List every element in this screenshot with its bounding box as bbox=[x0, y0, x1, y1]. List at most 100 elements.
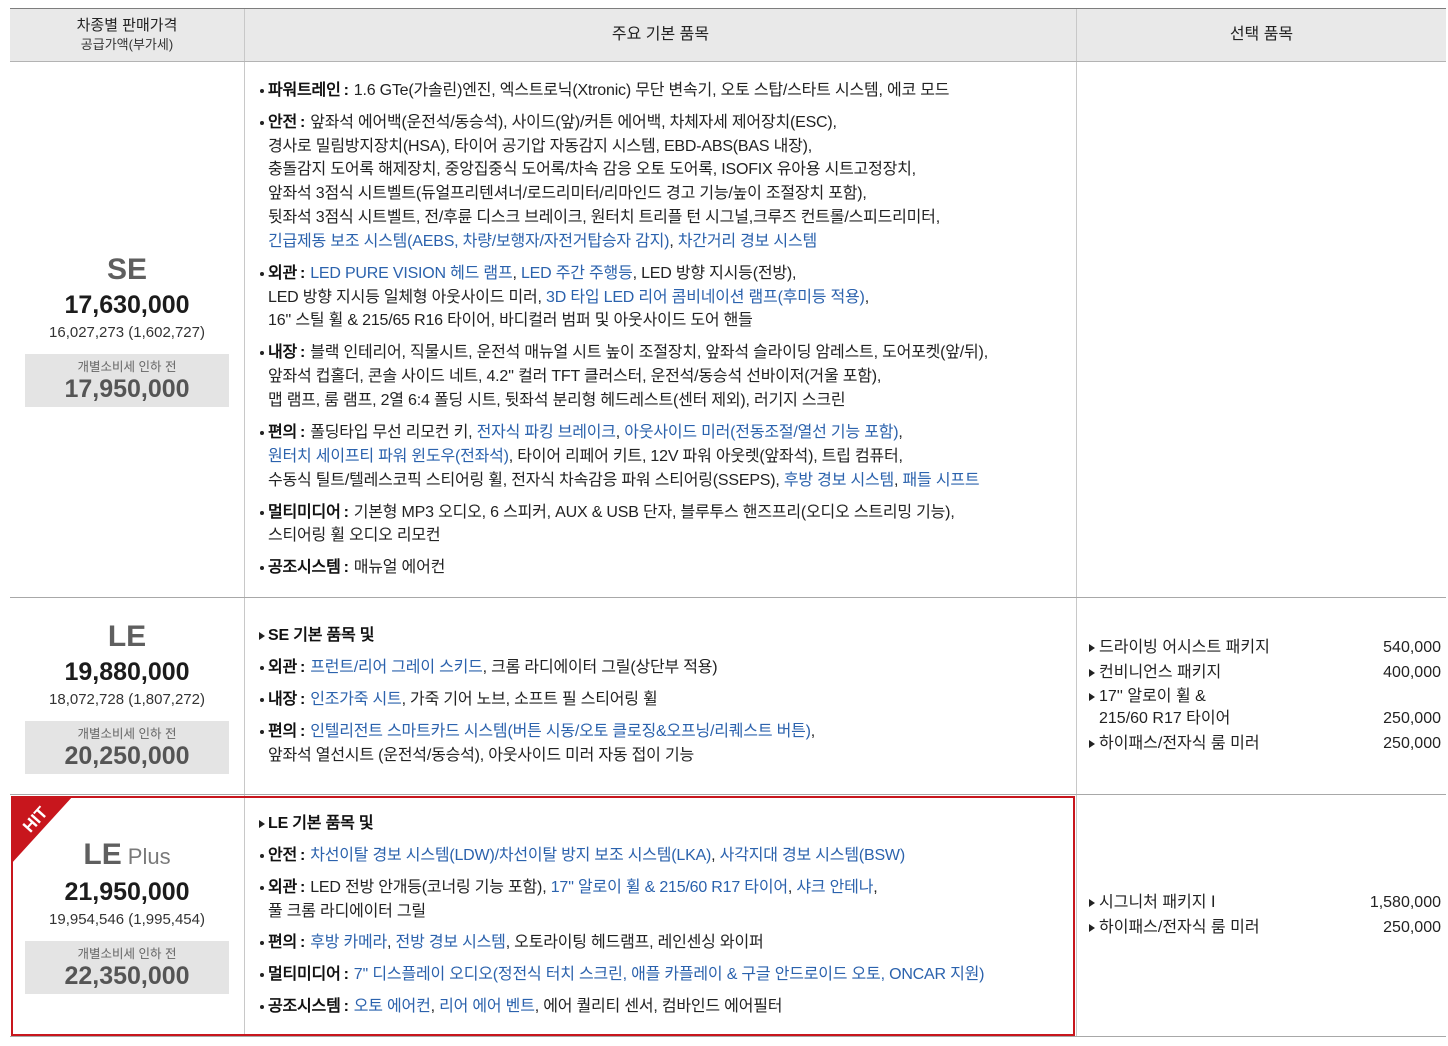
feature-label: 멀티미디어 bbox=[268, 503, 341, 521]
price-column-subtitle: 공급가액(부가세) bbox=[80, 37, 174, 52]
pre-tax-label: 개별소비세 인하 전 bbox=[77, 726, 177, 741]
triangle-right-icon bbox=[1089, 899, 1095, 908]
feature-line: 공조시스템: 오토 에어컨, 리어 에어 벤트, 에어 퀄리티 센서, 컴바인드 … bbox=[260, 995, 1072, 1019]
option-price: 250,000 bbox=[1383, 918, 1441, 936]
feature-item: 파워트레인:1.6 GTe(가솔린)엔진, 엑스트로닉(Xtronic) 무단 … bbox=[259, 79, 1072, 103]
feature-text: , bbox=[512, 264, 521, 282]
feature-line: 파워트레인:1.6 GTe(가솔린)엔진, 엑스트로닉(Xtronic) 무단 … bbox=[260, 79, 1072, 103]
feature-text-highlight: 패들 시프트 bbox=[902, 471, 980, 489]
feature-text: 매뉴얼 에어컨 bbox=[353, 559, 446, 577]
feature-label: 편의 bbox=[268, 934, 298, 952]
feature-text-highlight: 전자식 파킹 브레이크 bbox=[476, 423, 616, 441]
bullet-dot-icon bbox=[260, 853, 264, 858]
option-name: 시그니처 패키지 Ⅰ bbox=[1089, 892, 1216, 914]
feature-label-separator: : bbox=[300, 264, 306, 282]
feature-label-separator: : bbox=[300, 113, 306, 131]
feature-text: 기본형 MP3 오디오, 6 스피커, AUX & USB 단자, 블루투스 핸… bbox=[353, 503, 955, 521]
bullet-dot-icon bbox=[260, 430, 264, 435]
bullet-dot-icon bbox=[260, 885, 264, 890]
option-name-line: 하이패스/전자식 룸 미러 bbox=[1099, 734, 1260, 752]
feature-label: 파워트레인 bbox=[268, 81, 341, 99]
feature-line: 수동식 틸트/텔레스코픽 스티어링 휠, 전자식 차속감응 파워 스티어링(SS… bbox=[268, 469, 1072, 493]
feature-text: LED 전방 안개등(코너링 기능 포함), bbox=[310, 878, 551, 896]
feature-line: 안전: 앞좌석 에어백(운전석/동승석), 사이드(앞)/커튼 에어백, 차체자세… bbox=[260, 111, 1072, 135]
option-name: 17'' 알로이 휠 & 215/60 R17 타이어 bbox=[1089, 686, 1230, 730]
options-column-header: 선택 품목 bbox=[1076, 9, 1446, 61]
feature-line: 충돌감지 도어록 해제장치, 중앙집중식 도어록/차속 감응 오토 도어록, I… bbox=[268, 158, 1072, 182]
pre-tax-box: 개별소비세 인하 전 22,350,000 bbox=[25, 941, 229, 994]
base-features-note: LE 기본 품목 및 bbox=[259, 812, 1072, 836]
feature-item: 공조시스템: 오토 에어컨, 리어 에어 벤트, 에어 퀄리티 센서, 컴바인드 … bbox=[259, 995, 1072, 1019]
hit-badge: HIT bbox=[11, 796, 73, 864]
triangle-right-icon bbox=[259, 632, 265, 641]
feature-text: 앞좌석 3점식 시트벨트(듀얼프리텐셔너/로드리미터/리마인드 경고 기능/높이… bbox=[268, 185, 867, 203]
feature-line: 경사로 밀림방지장치(HSA), 타이어 공기압 자동감지 시스템, EBD-A… bbox=[268, 135, 1072, 159]
triangle-right-icon bbox=[1089, 739, 1095, 748]
feature-item: 편의: 후방 카메라, 전방 경보 시스템, 오토라이팅 헤드램프, 레인센싱 와… bbox=[259, 931, 1072, 955]
feature-text: 스티어링 휠 오디오 리모컨 bbox=[268, 527, 441, 545]
triangle-right-icon bbox=[1089, 923, 1095, 932]
bullet-dot-icon bbox=[260, 666, 264, 671]
feature-text-highlight: LED PURE VISION 헤드 램프 bbox=[310, 264, 513, 282]
feature-line: 앞좌석 3점식 시트벨트(듀얼프리텐셔너/로드리미터/리마인드 경고 기능/높이… bbox=[268, 182, 1072, 206]
feature-text: , 크롬 라디에이터 그릴(상단부 적용) bbox=[482, 659, 718, 677]
feature-label-separator: : bbox=[300, 846, 306, 864]
feature-line: LED 방향 지시등 일체형 아웃사이드 미러, 3D 타입 LED 리어 콤비… bbox=[268, 286, 1072, 310]
feature-text-highlight: 인텔리전트 스마트카드 시스템(버튼 시동/오토 클로징&오프닝/리퀘스트 버튼… bbox=[310, 723, 811, 741]
supply-price: 16,027,273 (1,602,727) bbox=[49, 324, 205, 341]
option-price: 1,580,000 bbox=[1369, 894, 1441, 912]
feature-line: 앞좌석 컵홀더, 콘솔 사이드 네트, 4.2'' 컬러 TFT 클러스터, 운… bbox=[268, 365, 1072, 389]
price-table: 차종별 판매가격 공급가액(부가세) 주요 기본 품목 선택 품목 SE 17,6… bbox=[10, 8, 1446, 1037]
option-name-line: 컨비니언스 패키지 bbox=[1099, 663, 1222, 681]
feature-label: 편의 bbox=[268, 423, 298, 441]
feature-line: LE 기본 품목 및 bbox=[259, 812, 1072, 836]
feature-label-separator: : bbox=[300, 934, 306, 952]
option-item: 컨비니언스 패키지 400,000 bbox=[1089, 662, 1441, 684]
feature-label-separator: : bbox=[300, 878, 306, 896]
feature-text: , bbox=[711, 846, 720, 864]
feature-text: , bbox=[430, 998, 440, 1016]
feature-item: 외관: 프런트/리어 그레이 스키드, 크롬 라디에이터 그릴(상단부 적용) bbox=[259, 656, 1072, 680]
feature-text: , 오토라이팅 헤드램프, 레인센싱 와이퍼 bbox=[505, 934, 764, 952]
option-name-line: 215/60 R17 타이어 bbox=[1099, 710, 1231, 728]
supply-price: 18,072,728 (1,807,272) bbox=[49, 690, 205, 708]
feature-text-highlight: 원터치 세이프티 파워 윈도우(전좌석) bbox=[268, 447, 509, 465]
bullet-dot-icon bbox=[260, 351, 264, 356]
base-note-text: SE 기본 품목 및 bbox=[268, 627, 375, 645]
feature-text: , LED 방향 지시등(전방), bbox=[632, 264, 797, 282]
feature-text-highlight: 사각지대 경보 시스템(BSW) bbox=[719, 846, 905, 864]
feature-label-separator: : bbox=[300, 691, 306, 709]
trim-row-le-plus: LE Plus 21,950,000 19,954,546 (1,995,454) 개별… bbox=[10, 795, 1446, 1037]
feature-line: 공조시스템: 매뉴얼 에어컨 bbox=[260, 556, 1072, 580]
option-name: 컨비니언스 패키지 bbox=[1089, 662, 1221, 684]
trim-summary: LE 19,880,000 18,072,728 (1,807,272) 개별소비세 … bbox=[10, 598, 244, 794]
feature-text: , bbox=[810, 723, 816, 741]
pre-tax-box: 개별소비세 인하 전 17,950,000 bbox=[25, 354, 229, 407]
option-name-line: 드라이빙 어시스트 패키지 bbox=[1099, 639, 1270, 657]
feature-label-separator: : bbox=[300, 723, 306, 741]
option-item: 17'' 알로이 휠 & 215/60 R17 타이어 250,000 bbox=[1089, 686, 1441, 730]
feature-label: 안전 bbox=[268, 846, 298, 864]
feature-label-separator: : bbox=[343, 81, 349, 99]
trim-row-le: LE 19,880,000 18,072,728 (1,807,272) 개별소비세 … bbox=[10, 598, 1446, 795]
feature-line: 멀티미디어: 기본형 MP3 오디오, 6 스피커, AUX & USB 단자, … bbox=[260, 501, 1072, 525]
feature-line: 멀티미디어:7'' 디스플레이 오디오(정전식 터치 스크린, 애플 카플레이 … bbox=[260, 963, 1072, 987]
feature-label-separator: : bbox=[343, 503, 349, 521]
option-name: 하이패스/전자식 룸 미러 bbox=[1089, 733, 1260, 755]
pre-tax-label: 개별소비세 인하 전 bbox=[77, 947, 177, 961]
model-name-text: LE bbox=[83, 838, 122, 871]
feature-label: 내장 bbox=[268, 344, 298, 362]
trim-price: 21,950,000 bbox=[64, 878, 190, 906]
feature-label-separator: : bbox=[343, 966, 349, 984]
feature-text: , bbox=[864, 288, 869, 306]
feature-text: LED 방향 지시등 일체형 아웃사이드 미러, bbox=[268, 288, 547, 306]
feature-text: , 타이어 리페어 키트, 12V 파워 아웃렛(앞좌석), 트립 컴퓨터, bbox=[508, 447, 903, 465]
feature-item: 편의: 폴딩타입 무선 리모컨 키, 전자식 파킹 브레이크, 아웃사이드 미러(… bbox=[259, 421, 1072, 492]
hit-badge-triangle bbox=[11, 796, 73, 864]
feature-label-separator: : bbox=[300, 659, 306, 677]
feature-item: 멀티미디어:7'' 디스플레이 오디오(정전식 터치 스크린, 애플 카플레이 … bbox=[259, 963, 1072, 987]
feature-text-highlight: 17'' 알로이 휠 & 215/60 R17 타이어 bbox=[550, 878, 788, 896]
option-item: 시그니처 패키지 Ⅰ 1,580,000 bbox=[1089, 892, 1441, 914]
feature-text-highlight: LED 주간 주행등 bbox=[520, 264, 633, 282]
bullet-dot-icon bbox=[260, 271, 264, 276]
